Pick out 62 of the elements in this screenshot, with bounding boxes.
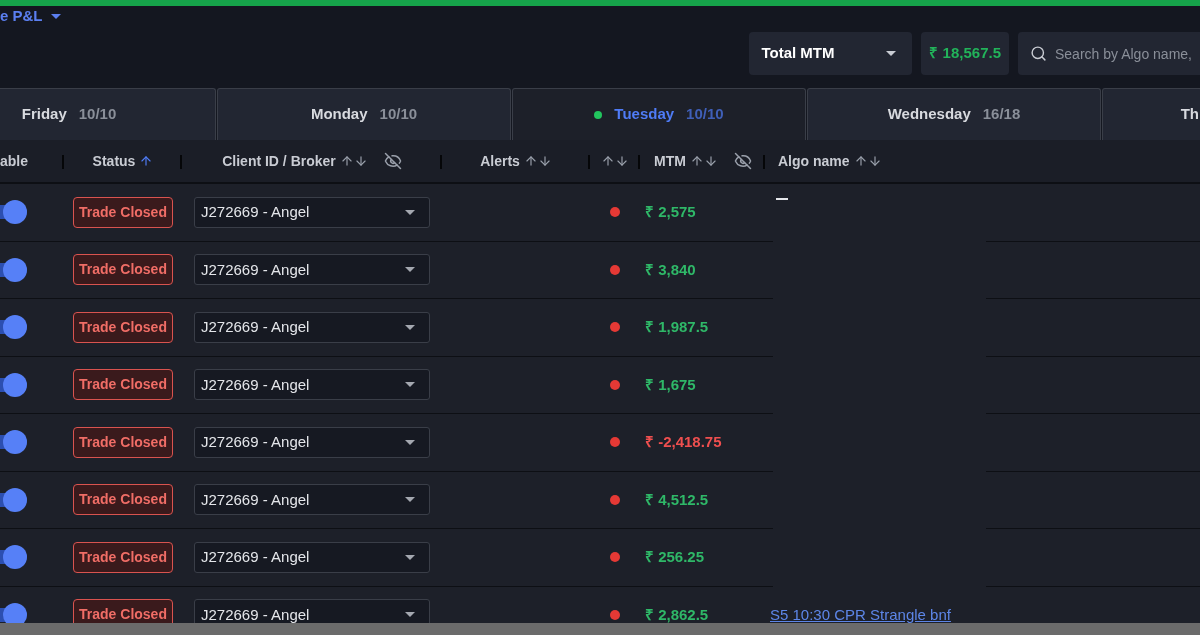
column-header[interactable]: able: [0, 150, 28, 172]
toggle-switch[interactable]: [0, 315, 27, 340]
status-badge: Trade Closed: [73, 369, 173, 401]
broker-select[interactable]: J272669 - Angel: [194, 599, 430, 623]
toggle-switch[interactable]: [0, 372, 27, 397]
toggle-switch[interactable]: [0, 200, 27, 225]
day-tab[interactable]: Th: [1102, 88, 1200, 140]
column-header[interactable]: Status: [92, 150, 136, 172]
status-badge: Trade Closed: [73, 599, 173, 623]
broker-select[interactable]: J272669 - Angel: [194, 484, 430, 516]
mtm-value: ₹ 3,840: [645, 260, 696, 278]
mtm-value: ₹ 1,987.5: [645, 318, 709, 336]
broker-select[interactable]: J272669 - Angel: [194, 369, 430, 401]
mtm-value: ₹ 4,512.5: [645, 490, 709, 508]
search-field[interactable]: Search by Algo name,: [1018, 32, 1200, 75]
column-header[interactable]: Client ID / Broker: [222, 150, 336, 172]
mtm-value: ₹ 2,862.5: [645, 605, 709, 623]
column-header[interactable]: Algo name: [778, 150, 850, 172]
caret-icon: [405, 554, 415, 560]
column-header[interactable]: MTM: [654, 150, 686, 172]
toggle-switch[interactable]: [0, 487, 27, 512]
broker-select[interactable]: J272669 - Angel: [194, 541, 430, 573]
caret-icon: [50, 13, 61, 19]
caret-icon: [405, 267, 415, 273]
caret-icon: [405, 209, 415, 215]
day-tab[interactable]: Wednesday 16/18: [807, 88, 1101, 140]
day-tab[interactable]: Tuesday 10/10: [512, 88, 806, 140]
hide-column-icon[interactable]: [383, 152, 402, 170]
column-header[interactable]: Alerts: [480, 150, 520, 172]
status-badge: Trade Closed: [73, 426, 173, 458]
status-badge: Trade Closed: [73, 541, 173, 573]
hide-column-icon[interactable]: [733, 152, 752, 170]
pnl-dropdown[interactable]: e P&L: [0, 5, 61, 28]
status-badge: Trade Closed: [73, 484, 173, 516]
toggle-switch[interactable]: [0, 545, 27, 570]
mtm-value: ₹ -2,418.75: [645, 433, 722, 451]
mtm-value: ₹ 2,575: [645, 203, 696, 221]
mtm-value: ₹ 1,675: [645, 375, 696, 393]
mtm-value: ₹ 256.25: [645, 548, 705, 566]
caret-icon: [405, 382, 415, 388]
caret-icon: [405, 497, 415, 503]
broker-select[interactable]: J272669 - Angel: [194, 196, 430, 228]
broker-select[interactable]: J272669 - Angel: [194, 426, 430, 458]
day-tab[interactable]: Monday 10/10: [217, 88, 511, 140]
toggle-switch[interactable]: [0, 257, 27, 282]
search-icon: [1030, 45, 1047, 62]
status-badge: Trade Closed: [73, 254, 173, 286]
metric-select[interactable]: Total MTM: [749, 32, 913, 75]
caret-icon: [405, 439, 415, 445]
broker-select[interactable]: J272669 - Angel: [194, 311, 430, 343]
sort-up-icon[interactable]: [139, 154, 154, 168]
caret-icon: [405, 324, 415, 330]
status-badge: Trade Closed: [73, 196, 173, 228]
algo-link[interactable]: S5 10:30 CPR Strangle bnf: [770, 605, 951, 623]
dash-icon: [776, 198, 788, 200]
status-badge: Trade Closed: [73, 311, 173, 343]
caret-icon: [405, 612, 415, 618]
day-tab[interactable]: Friday 10/10: [0, 88, 216, 140]
total-mtm: ₹ 18,567.5: [921, 32, 1009, 75]
broker-select[interactable]: J272669 - Angel: [194, 254, 430, 286]
caret-icon: [886, 51, 897, 56]
toggle-switch[interactable]: [0, 430, 27, 455]
